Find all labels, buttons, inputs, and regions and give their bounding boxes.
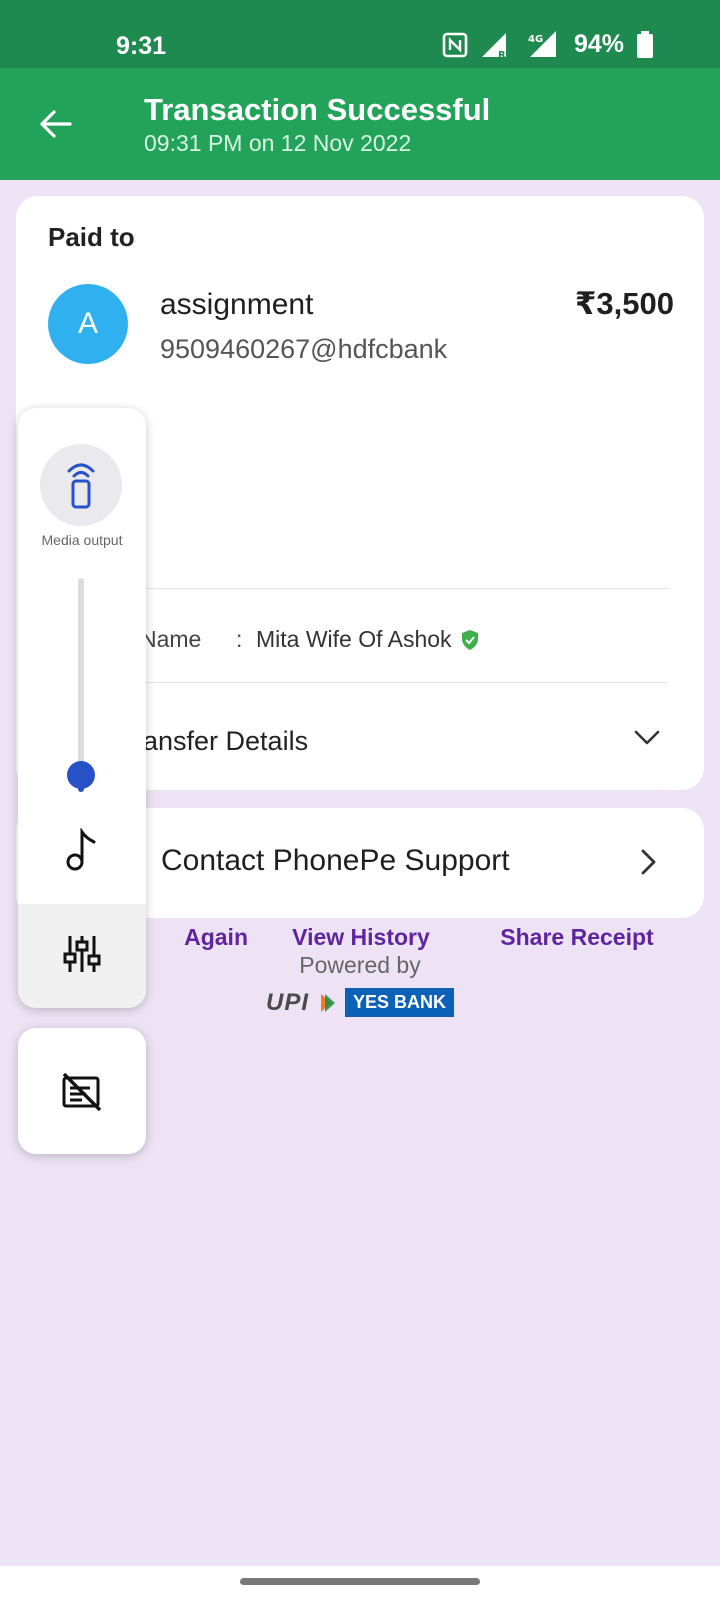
home-gesture-pill[interactable] [240,1578,480,1585]
status-time: 9:31 [116,32,167,60]
music-note-icon[interactable] [62,828,102,872]
volume-panel: Media output [18,408,146,1008]
svg-text:R: R [498,50,506,59]
amount: ₹3,500 [574,286,674,321]
app-header: Transaction Successful 09:31 PM on 12 No… [0,68,720,180]
transaction-timestamp: 09:31 PM on 12 Nov 2022 [144,130,412,156]
yes-bank-logo: YES BANK [345,988,455,1017]
svg-text:4G: 4G [528,34,543,45]
chevron-right-icon [641,849,656,875]
phone-cast-icon [67,463,95,509]
bank-name-value-wrap: Mita Wife Of Ashok [256,626,480,653]
nfc-icon [442,32,468,57]
signal-r-icon: R [481,32,506,59]
media-output-button[interactable] [40,444,122,526]
share-receipt-label: Share Receipt [500,924,654,950]
4g-signal-icon: 4G [528,30,556,57]
equalizer-icon[interactable] [62,932,102,976]
bank-name-colon: : [236,626,243,652]
back-arrow-icon[interactable] [36,104,76,144]
live-caption-off-icon[interactable] [60,1070,104,1114]
media-output-label: Media output [41,532,123,548]
live-caption-panel[interactable] [18,1028,146,1154]
payee-upi-id: 9509460267@hdfcbank [160,334,448,364]
battery-icon [637,30,653,58]
volume-slider-thumb[interactable] [67,761,95,789]
sound-settings-area[interactable] [18,904,146,1008]
transfer-details-label: ransfer Details [134,726,309,756]
battery-percent: 94% [573,30,624,58]
contact-support-label: Contact PhonePe Support [161,844,510,877]
view-history-label: View History [292,924,430,950]
status-bar: 9:31 R 4G 94% [0,0,720,68]
page-title: Transaction Successful [144,92,491,127]
bank-name-label: Name [140,626,202,652]
partner-logos: UPI YES BANK [266,988,455,1017]
status-icons: R 4G 94% [442,30,654,59]
volume-slider[interactable] [78,578,84,792]
payee-name: assignment [160,288,314,321]
upi-logo: UPI [266,988,310,1016]
verified-shield-icon [461,629,478,650]
upi-arrow-icon [321,993,336,1012]
paid-to-label: Paid to [48,222,135,252]
chevron-down-icon[interactable] [634,730,660,746]
avatar: A [48,284,128,364]
bank-name-value: Mita Wife Of Ashok [256,626,452,652]
